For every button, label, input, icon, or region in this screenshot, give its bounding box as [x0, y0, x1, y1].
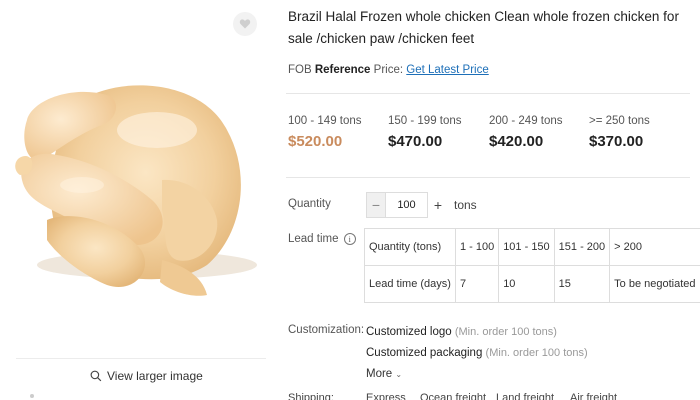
view-larger-label: View larger image	[107, 369, 203, 383]
tier-range: 150 - 199 tons	[388, 115, 462, 127]
table-cell: 7	[454, 265, 500, 303]
gallery-divider	[16, 358, 266, 359]
quantity-decrement-button[interactable]: −	[366, 192, 386, 218]
divider	[286, 93, 690, 94]
lead-time-table: Quantity (tons) 1 - 100 101 - 150 151 - …	[364, 228, 700, 303]
table-row: Quantity (tons) 1 - 100 101 - 150 151 - …	[364, 228, 700, 266]
product-details: Brazil Halal Frozen whole chicken Clean …	[286, 0, 700, 400]
price-tier: 100 - 149 tons $520.00	[288, 115, 362, 150]
price-tier: >= 250 tons $370.00	[589, 115, 650, 150]
quantity-stepper: − + tons	[366, 192, 477, 218]
table-row: Lead time (days) 7 10 15 To be negotiate…	[364, 265, 700, 303]
price-tier: 150 - 199 tons $470.00	[388, 115, 462, 150]
divider	[286, 177, 690, 178]
get-latest-price-link[interactable]: Get Latest Price	[406, 64, 488, 76]
tier-price: $470.00	[388, 133, 443, 150]
table-cell: 15	[553, 265, 611, 303]
product-gallery: View larger image	[0, 0, 270, 400]
tier-range: >= 250 tons	[589, 115, 650, 127]
table-cell: To be negotiated	[609, 265, 700, 303]
table-cell: 1 - 100	[454, 228, 500, 266]
customized-packaging-note: (Min. order 100 tons)	[485, 347, 588, 359]
table-cell: Lead time (days)	[364, 265, 456, 303]
quantity-input[interactable]	[386, 192, 428, 218]
shipping-option[interactable]: Land freight	[496, 392, 554, 400]
heart-icon	[239, 19, 251, 29]
price-tier: 200 - 249 tons $420.00	[489, 115, 563, 150]
lead-time-label: Lead time	[288, 233, 339, 246]
customized-logo-label: Customized logo	[366, 326, 452, 338]
product-title: Brazil Halal Frozen whole chicken Clean …	[288, 9, 679, 46]
quantity-label: Quantity	[288, 198, 331, 210]
more-label: More	[366, 368, 393, 380]
customized-logo-item: Customized logo (Min. order 100 tons)	[366, 322, 588, 343]
info-icon[interactable]: i	[343, 233, 356, 245]
table-cell: 10	[498, 265, 555, 303]
customization-label: Customization:	[288, 324, 365, 336]
search-icon	[90, 370, 102, 382]
customized-packaging-label: Customized packaging	[366, 347, 483, 359]
fob-reference-label: Reference	[314, 64, 371, 76]
view-larger-link[interactable]: View larger image	[90, 369, 203, 383]
tier-price: $520.00	[288, 133, 343, 150]
tier-range: 200 - 249 tons	[489, 115, 563, 127]
tier-range: 100 - 149 tons	[288, 115, 362, 127]
table-cell: 151 - 200	[553, 228, 611, 266]
more-toggle[interactable]: More ⌄	[366, 364, 588, 385]
shipping-option[interactable]: Air freight	[570, 392, 617, 400]
shipping-option[interactable]: Ocean freight	[420, 392, 486, 400]
fob-reference-price: FOB Reference Price: Get Latest Price	[288, 64, 489, 76]
shipping-option[interactable]: Express	[366, 392, 406, 400]
quantity-increment-button[interactable]: +	[428, 192, 448, 218]
fob-prefix: FOB	[288, 64, 312, 76]
fob-price-label: Price:	[373, 64, 404, 76]
lead-time-label-group: Lead time i	[288, 233, 356, 245]
quantity-unit: tons	[454, 198, 477, 212]
table-cell: > 200	[609, 228, 700, 266]
carousel-dot[interactable]	[30, 394, 34, 398]
chevron-down-icon: ⌄	[395, 370, 403, 379]
table-cell: 101 - 150	[498, 228, 555, 266]
tier-price: $420.00	[489, 133, 544, 150]
table-cell: Quantity (tons)	[364, 228, 456, 266]
favorite-button[interactable]	[233, 12, 257, 36]
customized-logo-note: (Min. order 100 tons)	[454, 326, 557, 338]
customized-packaging-item: Customized packaging (Min. order 100 ton…	[366, 343, 588, 364]
shipping-label: Shipping:	[288, 392, 334, 400]
customization-options: Customized logo (Min. order 100 tons) Cu…	[366, 322, 588, 385]
tier-price: $370.00	[589, 133, 644, 150]
product-image[interactable]	[12, 60, 262, 310]
